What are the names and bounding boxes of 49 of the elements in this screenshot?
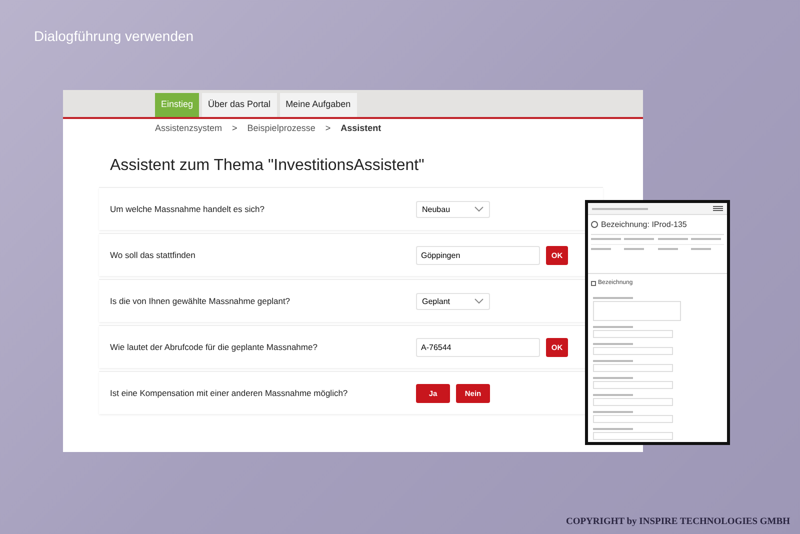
input-field[interactable] [593, 347, 673, 355]
input-field[interactable] [593, 381, 673, 389]
input-field[interactable] [593, 330, 673, 338]
text-line [593, 428, 633, 430]
checkbox-icon [591, 280, 596, 286]
input-field[interactable] [593, 432, 673, 440]
input-field[interactable]: A-76544 [416, 338, 540, 356]
copyright-text: COPYRIGHT by INSPIRE TECHNOLOGIES GMBH [566, 517, 790, 527]
text-line [593, 394, 633, 396]
breadcrumb-link[interactable]: Beispielprozesse [247, 123, 316, 133]
text-line [592, 208, 648, 210]
text-line [624, 248, 644, 250]
text-line [658, 238, 688, 240]
text-area[interactable] [593, 301, 681, 321]
breadcrumb-link[interactable]: Assistenzsystem [155, 123, 222, 133]
dropdown[interactable]: Geplant [416, 292, 490, 310]
input-field[interactable] [593, 415, 673, 423]
slide-title: Dialogführung verwenden [34, 28, 195, 44]
chevron-icon [474, 298, 484, 304]
record-title: Bezeichnung: IProd-135 [601, 220, 687, 229]
nav-tab[interactable]: Meine Aufgaben [280, 93, 357, 117]
assistant-heading: Assistent zum Thema "InvestitionsAssistent" [110, 157, 426, 175]
text-line [593, 326, 633, 328]
text-line [624, 238, 654, 240]
back-circle-icon[interactable] [591, 221, 598, 228]
text-line [591, 248, 611, 250]
breadcrumb-separator: > [232, 123, 238, 133]
breadcrumb-separator: > [325, 123, 331, 133]
text-line [593, 360, 633, 362]
text-line [591, 238, 621, 240]
nav-tab[interactable]: Über das Portal [202, 93, 277, 117]
text-line [593, 297, 633, 299]
text-line [593, 377, 633, 379]
input-field[interactable]: Göppingen [416, 246, 540, 264]
chevron-icon [474, 206, 484, 212]
question-text: Wie lautet der Abrufcode für die geplante Massnahme? [110, 342, 318, 352]
menu-icon[interactable] [713, 206, 723, 211]
question-text: Ist eine Kompensation mit einer anderen Massnahme möglich? [110, 388, 349, 398]
question-text: Wo soll das stattfinden [110, 250, 196, 260]
text-line [690, 238, 721, 240]
text-line [593, 343, 633, 345]
input-field[interactable] [593, 364, 673, 372]
question-text: Is die von Ihnen gewählte Massnahme geplant? [110, 296, 292, 306]
input-field[interactable] [593, 398, 673, 406]
text-line [690, 248, 711, 250]
question-text: Um welche Massnahme handelt es sich? [110, 204, 266, 214]
text-line [593, 411, 633, 413]
dropdown[interactable]: Neubau [416, 200, 490, 218]
text-line [658, 248, 678, 250]
